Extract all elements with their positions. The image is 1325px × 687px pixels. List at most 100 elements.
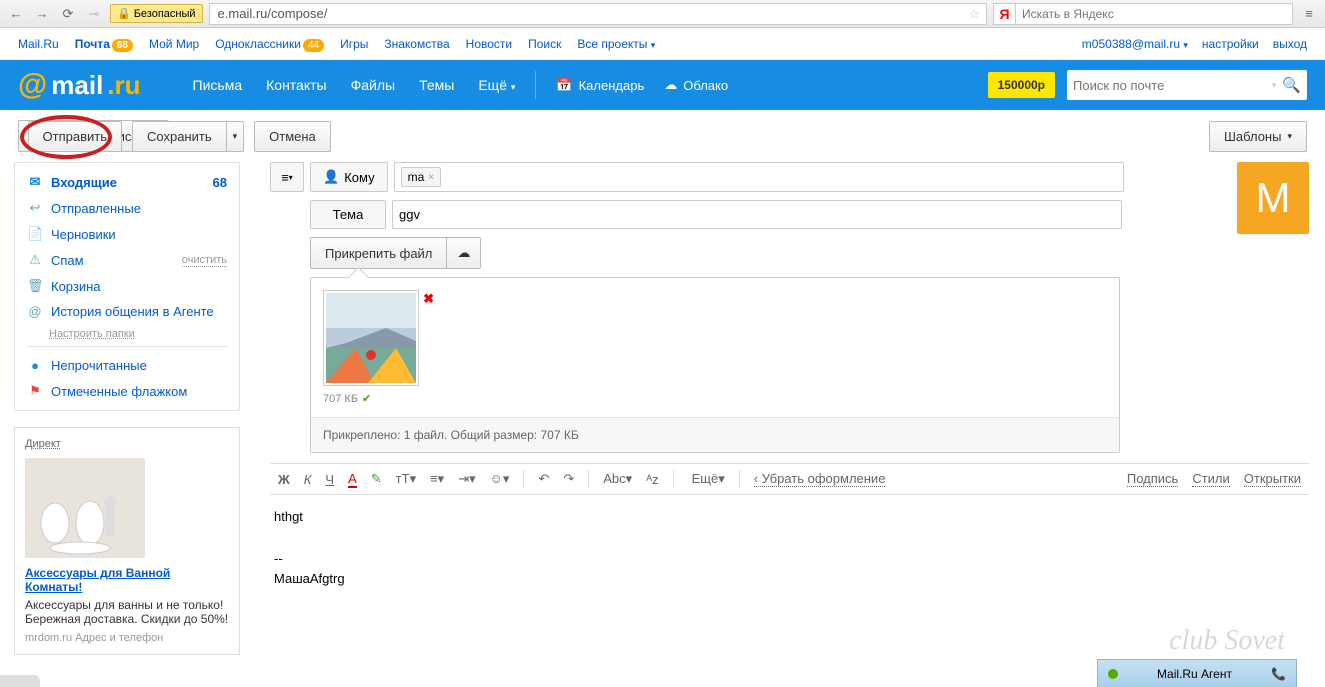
- folder-inbox[interactable]: ✉ Входящие 68: [27, 169, 227, 195]
- mailru-logo[interactable]: @mail.ru: [18, 68, 141, 102]
- folder-flagged[interactable]: ⚑ Отмеченные флажком: [27, 378, 227, 404]
- link-news[interactable]: Новости: [466, 37, 512, 51]
- configure-folders[interactable]: Настроить папки: [27, 324, 227, 340]
- emoji-button[interactable]: ☺▾: [490, 471, 510, 487]
- attach-cloud-button[interactable]: ☁: [447, 237, 481, 269]
- agent-bar[interactable]: Mail.Ru Агент 📞: [1097, 659, 1297, 687]
- link-mymir[interactable]: Мой Мир: [149, 37, 199, 51]
- nav-themes[interactable]: Темы: [419, 77, 454, 93]
- ad-link[interactable]: Аксессуары для Ванной Комнаты!: [25, 566, 170, 594]
- link-ok[interactable]: Одноклассники44: [215, 37, 324, 51]
- font-size-button[interactable]: тТ▾: [396, 471, 416, 487]
- cards-link[interactable]: Открытки: [1244, 471, 1301, 487]
- menu-icon[interactable]: ≡: [1299, 4, 1319, 24]
- clear-format-button[interactable]: ‹ Убрать оформление: [754, 471, 886, 487]
- key-icon[interactable]: ⊸: [84, 4, 104, 24]
- spellcheck-button[interactable]: ᴬz: [646, 472, 658, 487]
- nav-files[interactable]: Файлы: [351, 77, 395, 93]
- underline-button[interactable]: Ч: [325, 472, 334, 487]
- nav-letters[interactable]: Письма: [193, 77, 243, 93]
- reload-icon[interactable]: ⟳: [58, 4, 78, 24]
- cc-toggle[interactable]: ≡ ▾: [270, 162, 304, 192]
- chevron-down-icon[interactable]: ▾: [1272, 80, 1277, 91]
- editor-body[interactable]: hthgt -- МашаAfgtrg: [270, 495, 1309, 602]
- browser-chrome: ← → ⟳ ⊸ 🔒 Безопасный e.mail.ru/compose/ …: [0, 0, 1325, 28]
- bold-button[interactable]: Ж: [278, 472, 290, 487]
- translit-button[interactable]: Abc▾: [603, 471, 632, 487]
- cloud-icon: ☁: [664, 77, 677, 93]
- mail-search[interactable]: ▾ 🔍: [1067, 70, 1307, 100]
- tag-remove-icon[interactable]: ×: [428, 172, 434, 183]
- send-button[interactable]: Отправить: [28, 121, 122, 152]
- folder-drafts[interactable]: 📄 Черновики: [27, 221, 227, 247]
- doc-icon: 📄: [27, 226, 43, 242]
- link-all[interactable]: Все проекты ▾: [577, 37, 655, 51]
- sig-separator: --: [274, 549, 1305, 570]
- link-games[interactable]: Игры: [340, 37, 368, 51]
- nav-cloud[interactable]: ☁Облако: [664, 77, 728, 93]
- nav-more[interactable]: Ещё ▾: [478, 77, 515, 93]
- phone-icon[interactable]: 📞: [1271, 667, 1286, 681]
- scroll-handle[interactable]: [0, 675, 40, 687]
- portal-links: Mail.Ru Почта68 Мой Мир Одноклассники44 …: [0, 28, 1325, 60]
- subject-input[interactable]: [399, 207, 1115, 222]
- chevron-down-icon: ▾: [651, 40, 656, 50]
- yandex-search[interactable]: Я: [993, 3, 1293, 25]
- secure-label: Безопасный: [134, 8, 196, 20]
- attachment-size: 707 КБ✔: [323, 392, 1107, 405]
- attachment-remove-icon[interactable]: ✖: [423, 291, 434, 307]
- yandex-logo-icon: Я: [994, 3, 1016, 25]
- recipient-tag[interactable]: ma×: [401, 167, 442, 187]
- chevron-down-icon: ▾: [1287, 131, 1292, 142]
- undo-button[interactable]: ↶: [538, 471, 549, 487]
- yandex-input[interactable]: [1016, 7, 1292, 21]
- folder-agent-history[interactable]: @ История общения в Агенте: [27, 299, 227, 324]
- agent-icon: @: [27, 304, 43, 319]
- back-icon[interactable]: ←: [6, 4, 26, 24]
- styles-link[interactable]: Стили: [1192, 471, 1229, 487]
- user-email[interactable]: m050388@mail.ru ▾: [1082, 37, 1188, 51]
- dot-icon: ●: [27, 358, 43, 373]
- save-dropdown[interactable]: ▾: [227, 121, 245, 152]
- attach-button[interactable]: Прикрепить файл: [310, 237, 447, 269]
- address-bar[interactable]: e.mail.ru/compose/ ☆: [209, 3, 987, 25]
- inbox-count: 68: [213, 175, 227, 190]
- nav-contacts[interactable]: Контакты: [266, 77, 326, 93]
- folder-sent[interactable]: ↩ Отправленные: [27, 195, 227, 221]
- link-mail[interactable]: Почта68: [75, 37, 133, 51]
- templates-button[interactable]: Шаблоны ▾: [1209, 121, 1307, 152]
- link-search[interactable]: Поиск: [528, 37, 561, 51]
- folder-spam[interactable]: ⚠ Спам очистить: [27, 247, 227, 273]
- logout-link[interactable]: выход: [1273, 37, 1307, 51]
- sidebar: ✉ Входящие 68 ↩ Отправленные 📄 Черновики…: [0, 162, 254, 687]
- redo-button[interactable]: ↷: [563, 471, 574, 487]
- money-badge[interactable]: 150000р: [988, 72, 1055, 98]
- forward-icon[interactable]: →: [32, 4, 52, 24]
- star-icon[interactable]: ☆: [968, 6, 980, 22]
- subject-field[interactable]: [392, 200, 1122, 229]
- indent-button[interactable]: ⇥▾: [458, 471, 475, 487]
- mail-search-input[interactable]: [1073, 78, 1266, 93]
- spam-clear[interactable]: очистить: [182, 254, 227, 267]
- body-text: hthgt: [274, 507, 1305, 528]
- to-label[interactable]: 👤 Кому: [310, 162, 388, 192]
- bg-color-button[interactable]: ✎: [371, 471, 382, 487]
- cancel-button[interactable]: Отмена: [254, 121, 331, 152]
- align-button[interactable]: ≡▾: [430, 471, 444, 487]
- to-field[interactable]: ma×: [394, 162, 1124, 192]
- folder-trash[interactable]: 🗑 Корзина: [27, 273, 227, 299]
- signature-link[interactable]: Подпись: [1127, 471, 1178, 487]
- link-dating[interactable]: Знакомства: [384, 37, 449, 51]
- search-icon[interactable]: 🔍: [1282, 76, 1301, 94]
- to-input[interactable]: [447, 170, 1116, 185]
- folder-unread[interactable]: ● Непрочитанные: [27, 353, 227, 378]
- settings-link[interactable]: настройки: [1202, 37, 1259, 51]
- save-button[interactable]: Сохранить: [132, 121, 227, 152]
- italic-button[interactable]: К: [304, 472, 312, 487]
- editor-more-button[interactable]: Ещё▾: [692, 471, 725, 487]
- ad-image[interactable]: [25, 458, 145, 558]
- nav-calendar[interactable]: 📅Календарь: [556, 77, 644, 93]
- font-color-button[interactable]: А: [348, 471, 357, 488]
- attachment-thumb[interactable]: ✖: [323, 290, 419, 386]
- link-mailru[interactable]: Mail.Ru: [18, 37, 59, 51]
